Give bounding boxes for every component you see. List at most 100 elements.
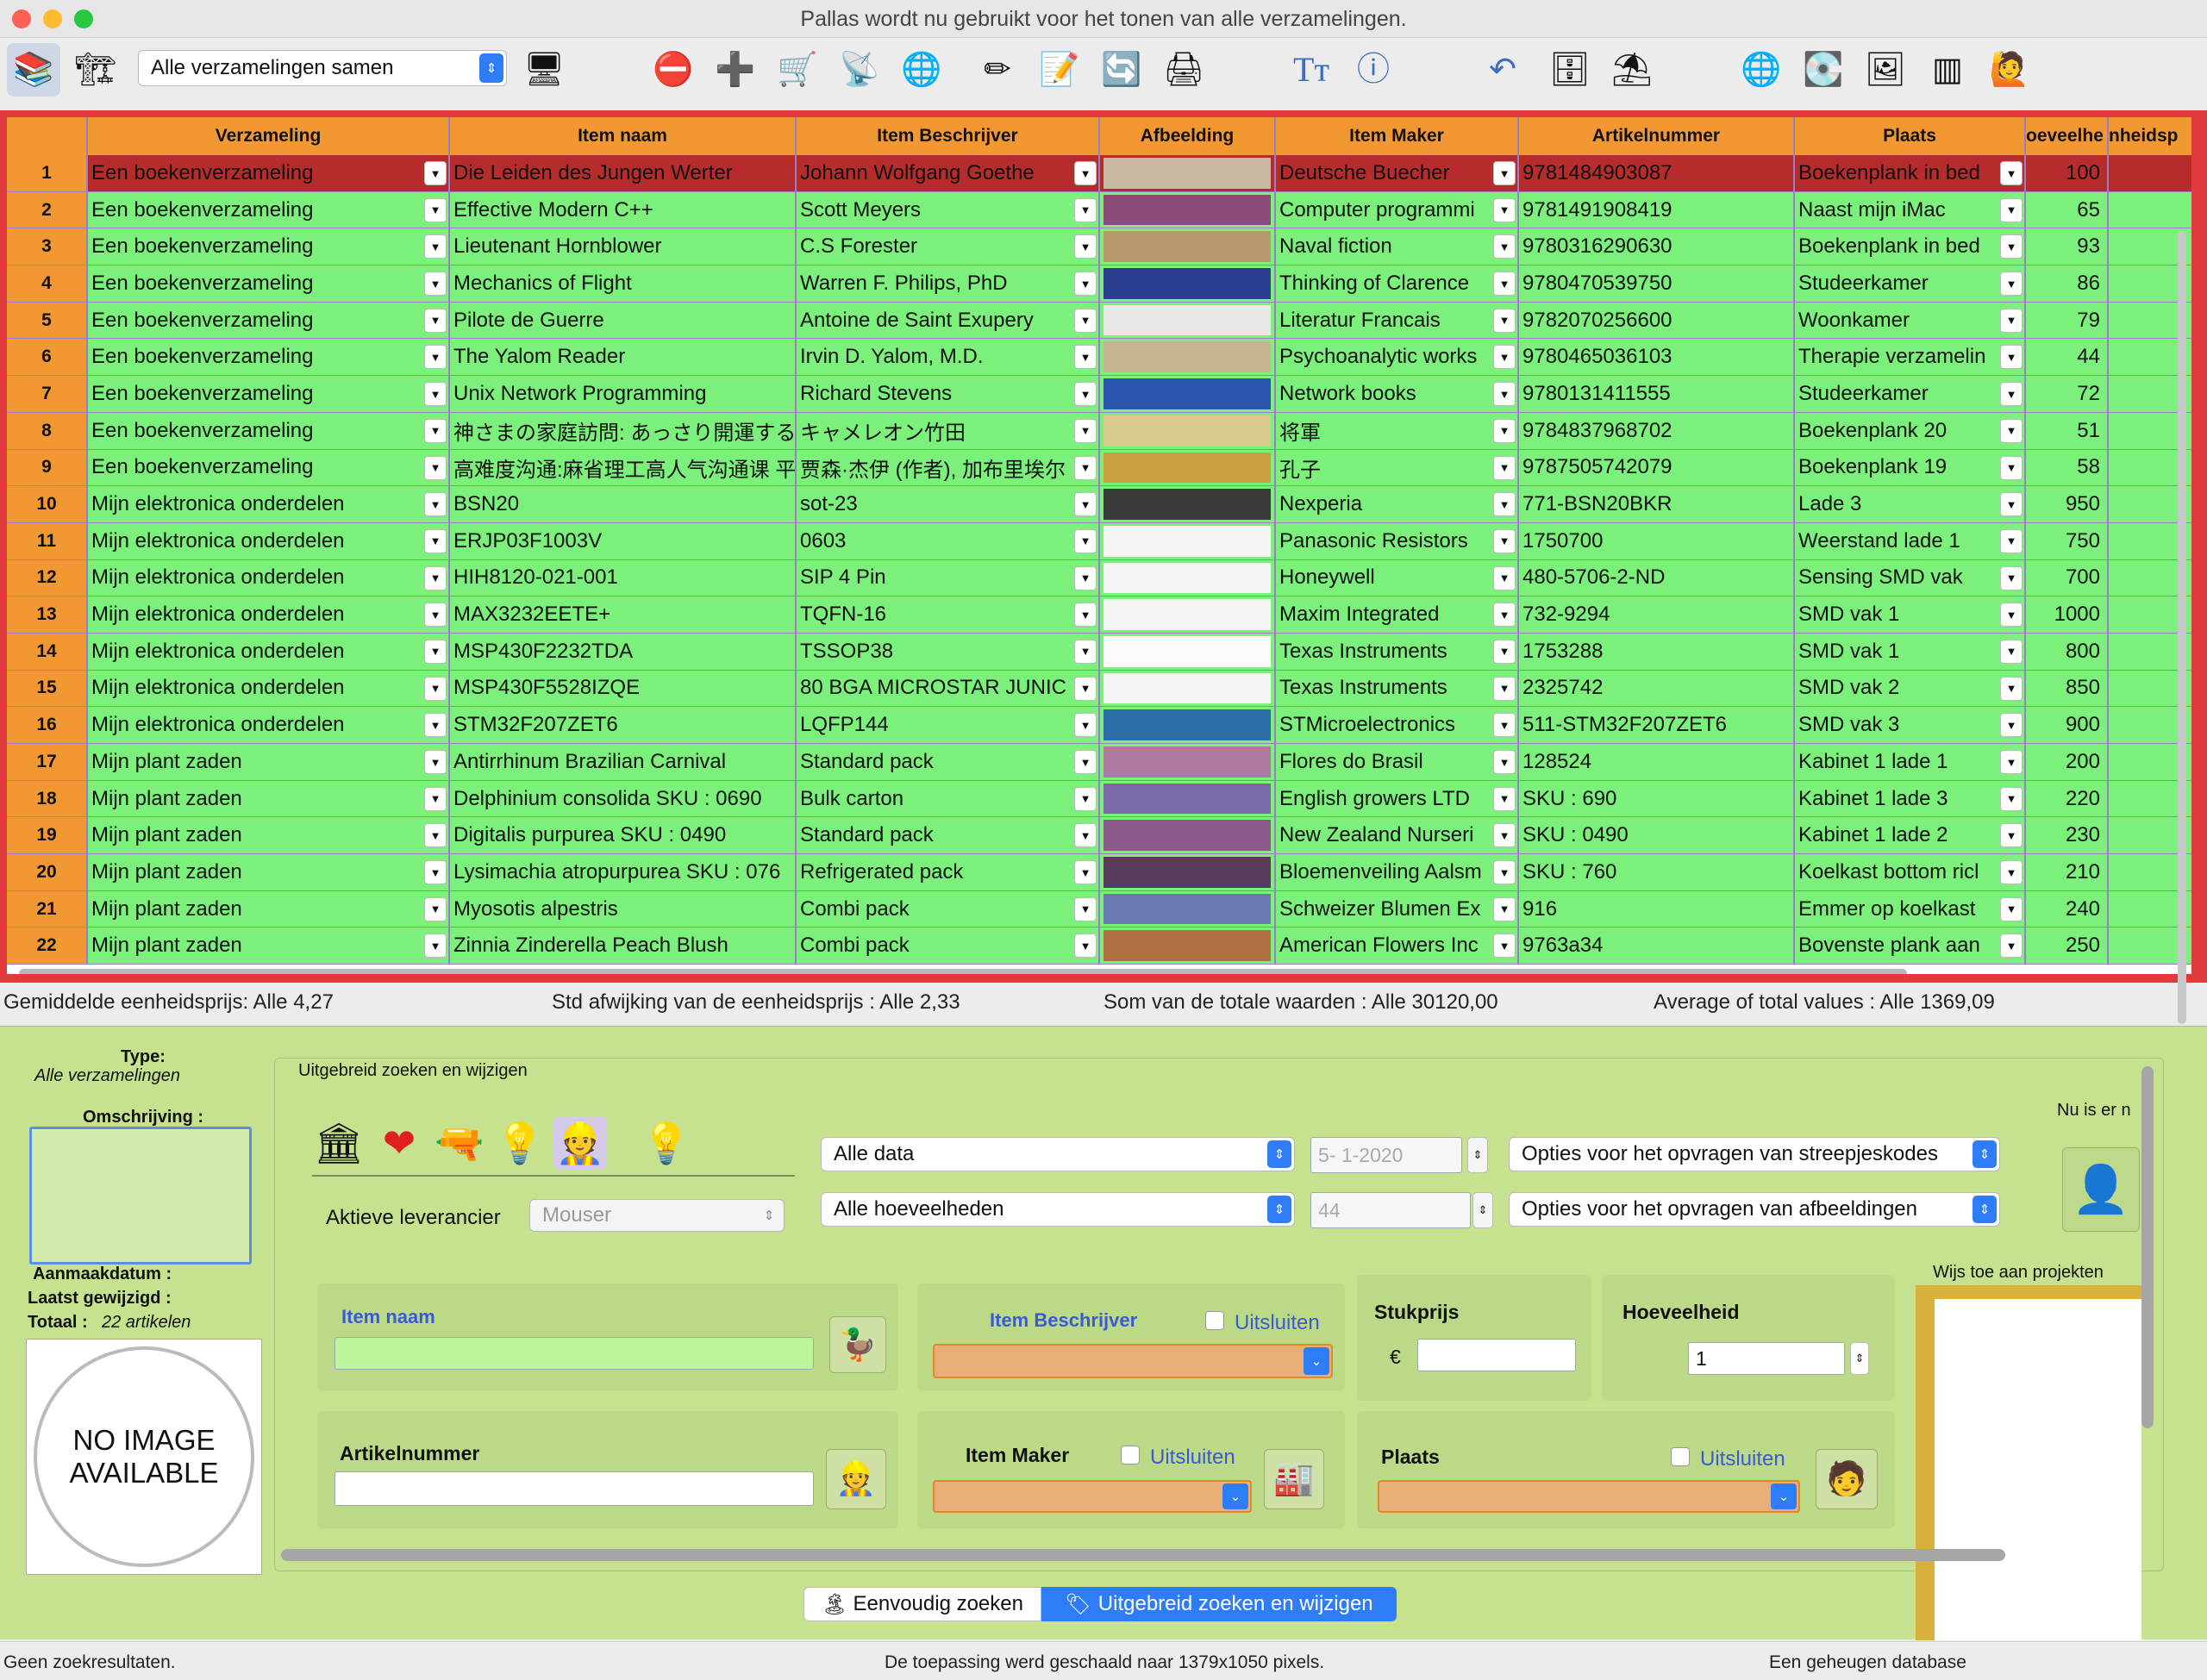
cell-collection[interactable]: Een boekenverzameling ▼ <box>88 449 450 486</box>
cell-image[interactable] <box>1100 449 1276 486</box>
chevron-down-icon[interactable]: ▼ <box>2000 934 2023 959</box>
cell-collection[interactable]: Een boekenverzameling ▼ <box>88 228 450 265</box>
cell-item-describer[interactable]: Combi pack ▼ <box>797 890 1100 927</box>
cell-article-number[interactable]: 128524 <box>1519 744 1795 780</box>
umbrella-icon[interactable]: ⛱ <box>1605 43 1659 97</box>
item-maker-select[interactable]: ⌄ <box>933 1480 1252 1513</box>
cell-collection[interactable]: Mijn elektronica onderdelen ▼ <box>88 559 450 596</box>
location-select[interactable]: ⌄ <box>1378 1480 1800 1513</box>
cell-location[interactable]: Boekenplank 19 ▼ <box>1795 449 2026 486</box>
chevron-down-icon[interactable]: ▼ <box>1074 382 1097 407</box>
cell-collection[interactable]: Een boekenverzameling ▼ <box>88 191 450 228</box>
cell-location[interactable]: SMD vak 1 ▼ <box>1795 596 2026 633</box>
person-location-icon[interactable]: 🧑 <box>1816 1449 1878 1509</box>
cell-quantity[interactable]: 240 <box>2026 890 2109 927</box>
chevron-down-icon[interactable]: ▼ <box>424 234 447 259</box>
www-icon[interactable]: 🌐 <box>1735 43 1788 97</box>
chevron-down-icon[interactable]: ▼ <box>2000 418 2023 443</box>
crane-icon[interactable]: 🏗 <box>69 43 122 97</box>
cell-article-number[interactable]: 9780465036103 <box>1519 339 1795 376</box>
chevron-down-icon[interactable]: ▼ <box>2000 750 2023 774</box>
table-row[interactable]: 11 Mijn elektronica onderdelen ▼ ERJP03F100… <box>7 522 2191 560</box>
cell-item-maker[interactable]: Maxim Integrated ▼ <box>1276 596 1519 633</box>
cell-item-name[interactable]: Antirrhinum Brazilian Carnival <box>450 744 797 780</box>
price-input[interactable] <box>1417 1339 1576 1371</box>
chevron-down-icon[interactable]: ▼ <box>1074 345 1097 370</box>
row-number[interactable]: 1 <box>7 155 88 191</box>
cell-item-maker[interactable]: Network books ▼ <box>1276 376 1519 412</box>
cell-quantity[interactable]: 65 <box>2026 191 2109 228</box>
cell-quantity[interactable]: 72 <box>2026 376 2109 412</box>
chevron-down-icon[interactable]: ▼ <box>1493 382 1516 407</box>
projects-list[interactable] <box>1935 1299 2141 1640</box>
help-person-icon[interactable]: 🙋 <box>1983 43 2036 97</box>
cell-item-maker[interactable]: Computer programmi ▼ <box>1276 191 1519 228</box>
cell-quantity[interactable]: 750 <box>2026 522 2109 559</box>
add-item-button[interactable]: ➕ <box>709 43 762 97</box>
chevron-down-icon[interactable]: ▼ <box>1074 896 1097 921</box>
cell-item-name[interactable]: Pilote de Guerre <box>450 302 797 339</box>
table-row[interactable]: 12 Mijn elektronica onderdelen ▼ HIH8120-02… <box>7 559 2191 597</box>
cell-article-number[interactable]: 9763a34 <box>1519 927 1795 965</box>
cell-image[interactable] <box>1100 339 1276 376</box>
cell-image[interactable] <box>1100 155 1276 191</box>
header-row-number[interactable] <box>7 117 88 155</box>
collection-select[interactable]: Alle verzamelingen samen ⇕ <box>138 50 507 86</box>
cell-item-describer[interactable]: SIP 4 Pin ▼ <box>797 559 1100 596</box>
cell-location[interactable]: Naast mijn iMac ▼ <box>1795 191 2026 228</box>
drive-icon[interactable]: 💽 <box>1797 43 1850 97</box>
chevron-down-icon[interactable]: ▼ <box>1074 565 1097 590</box>
cell-image[interactable] <box>1100 412 1276 449</box>
cell-article-number[interactable]: 9780470539750 <box>1519 265 1795 302</box>
row-number[interactable]: 21 <box>7 890 88 927</box>
database-icon[interactable]: 🗄 <box>1543 43 1597 97</box>
barcode-scanner-icon[interactable]: 🔫 <box>433 1116 486 1170</box>
quantity-filter-select[interactable]: Alle hoeveelheden ⇕ <box>821 1192 1295 1227</box>
cell-item-maker[interactable]: 将軍 ▼ <box>1276 412 1519 449</box>
cell-collection[interactable]: Mijn plant zaden ▼ <box>88 744 450 780</box>
chevron-down-icon[interactable]: ▼ <box>1074 197 1097 222</box>
cell-location[interactable]: Boekenplank 20 ▼ <box>1795 412 2026 449</box>
refresh-icon[interactable]: 🔄 <box>1095 43 1148 97</box>
date-field[interactable]: 5- 1-2020 <box>1310 1137 1462 1173</box>
chevron-down-icon[interactable]: ▼ <box>424 934 447 959</box>
row-number[interactable]: 22 <box>7 927 88 965</box>
cell-location[interactable]: Weerstand lade 1 ▼ <box>1795 522 2026 559</box>
row-number[interactable]: 17 <box>7 744 88 780</box>
chevron-down-icon[interactable]: ▼ <box>1074 455 1097 480</box>
cell-collection[interactable]: Een boekenverzameling ▼ <box>88 339 450 376</box>
row-number[interactable]: 12 <box>7 559 88 596</box>
cell-item-name[interactable]: Effective Modern C++ <box>450 191 797 228</box>
cell-collection[interactable]: Mijn elektronica onderdelen ▼ <box>88 670 450 707</box>
cell-image[interactable] <box>1100 596 1276 633</box>
chevron-down-icon[interactable]: ▼ <box>2000 860 2023 885</box>
cell-item-describer[interactable]: Scott Meyers ▼ <box>797 191 1100 228</box>
cell-item-describer[interactable]: TQFN-16 ▼ <box>797 596 1100 633</box>
cell-unit-price[interactable] <box>2109 192 2191 228</box>
chevron-down-icon[interactable]: ▼ <box>424 528 447 553</box>
cell-location[interactable]: Woonkamer ▼ <box>1795 302 2026 339</box>
cell-collection[interactable]: Mijn elektronica onderdelen ▼ <box>88 633 450 670</box>
chevron-down-icon[interactable]: ▼ <box>2000 345 2023 370</box>
cell-location[interactable]: Kabinet 1 lade 2 ▼ <box>1795 817 2026 854</box>
cell-item-describer[interactable]: Richard Stevens ▼ <box>797 376 1100 412</box>
cell-item-maker[interactable]: Literatur Francais ▼ <box>1276 302 1519 339</box>
table-row[interactable]: 16 Mijn elektronica onderdelen ▼ STM32F207Z… <box>7 707 2191 744</box>
chevron-down-icon[interactable]: ▼ <box>1493 528 1516 553</box>
chevron-down-icon[interactable]: ▼ <box>2000 639 2023 664</box>
cell-image[interactable] <box>1100 890 1276 927</box>
presentation-icon[interactable]: 🖥 <box>517 43 571 97</box>
chevron-down-icon[interactable]: ▼ <box>1493 713 1516 738</box>
cell-image[interactable] <box>1100 854 1276 890</box>
table-row[interactable]: 10 Mijn elektronica onderdelen ▼ BSN20 sot-2… <box>7 486 2191 523</box>
cell-quantity[interactable]: 79 <box>2026 302 2109 339</box>
chevron-down-icon[interactable]: ▼ <box>2000 272 2023 297</box>
image-options-select[interactable]: Opties voor het opvragen van afbeeldinge… <box>1509 1192 2000 1227</box>
chevron-down-icon[interactable]: ▼ <box>1493 860 1516 885</box>
print-icon[interactable]: 🖨 <box>1157 43 1210 97</box>
header-item-beschrijver[interactable]: Item Beschrijver <box>797 117 1100 155</box>
date-stepper[interactable]: ⇕ <box>1467 1137 1488 1173</box>
cell-image[interactable] <box>1100 817 1276 854</box>
cell-collection[interactable]: Een boekenverzameling ▼ <box>88 155 450 191</box>
chevron-down-icon[interactable]: ▼ <box>424 492 447 517</box>
